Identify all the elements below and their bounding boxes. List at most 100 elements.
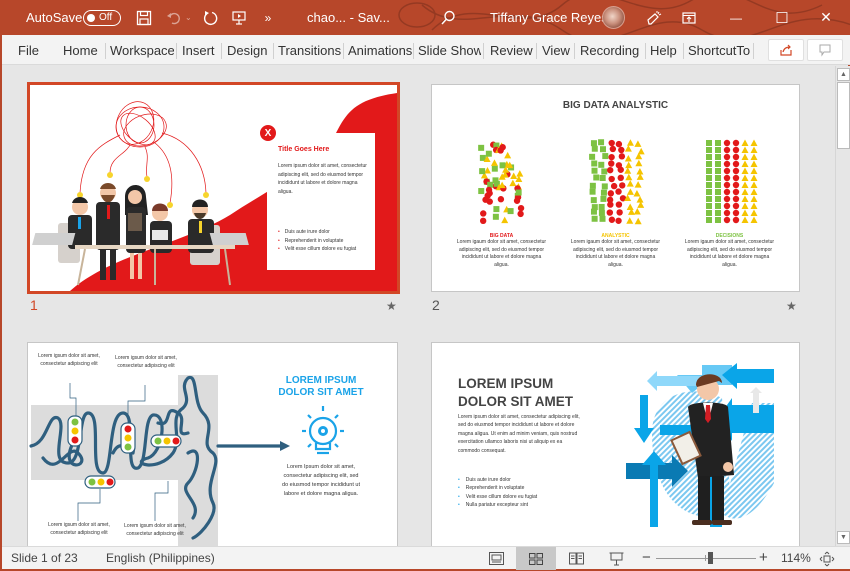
decisions-shape — [732, 146, 740, 154]
slide-3-callout-2: Lorem igsum dolor sit amet, consectetur … — [115, 355, 177, 369]
undo-icon[interactable] — [162, 0, 186, 35]
analystic-shape — [601, 168, 608, 175]
close-icon[interactable]: ✕ — [814, 0, 838, 35]
analystic-shape — [610, 182, 618, 190]
normal-view-button[interactable] — [476, 547, 516, 570]
analystic-shape — [615, 201, 623, 208]
slide-thumbnail-2[interactable]: BIG DATA ANALYSTIC BIG DATA Lorem igaum … — [431, 84, 800, 292]
decisions-shape — [741, 160, 749, 167]
decisions-shape — [732, 167, 740, 175]
zoom-in-button[interactable]: + — [759, 549, 768, 566]
zoom-out-button[interactable]: − — [642, 549, 651, 566]
designer-pen-icon[interactable] — [642, 0, 666, 35]
more-commands-icon[interactable]: » — [256, 0, 280, 35]
decisions-shape — [706, 154, 712, 160]
big-data-shape — [479, 217, 487, 225]
slide-2-column-big-data: BIG DATA Lorem igaum dolor sit amet, con… — [454, 233, 549, 269]
analystic-shape — [590, 208, 597, 215]
tab-help[interactable]: Help — [650, 35, 677, 65]
decisions-shape — [723, 153, 731, 161]
undo-dropdown-icon[interactable]: ⌄ — [185, 0, 192, 35]
save-icon[interactable] — [132, 0, 156, 35]
user-avatar[interactable] — [602, 6, 625, 29]
tab-view[interactable]: View — [542, 35, 570, 65]
analystic-shape — [593, 174, 600, 181]
decisions-shape — [732, 181, 740, 189]
decisions-shape — [706, 140, 712, 146]
analystic-shape — [589, 188, 596, 195]
fit-to-window-button[interactable] — [817, 547, 837, 570]
present-from-start-icon[interactable] — [227, 0, 251, 35]
decisions-shape — [750, 174, 758, 181]
decisions-shape — [732, 153, 740, 161]
tab-shortcutto[interactable]: ShortcutTo — [688, 35, 750, 65]
analystic-shape — [626, 203, 634, 210]
tab-workspace[interactable]: Workspace — [110, 35, 174, 65]
scroll-down-arrow-icon[interactable]: ▼ — [837, 531, 850, 544]
slide-3-tangled-path-illustration — [29, 375, 344, 546]
big-data-shape — [493, 206, 500, 213]
tab-recording[interactable]: Recording — [580, 35, 639, 65]
tab-separator — [221, 43, 222, 59]
analystic-shape — [626, 139, 634, 146]
slide-sorter-view-button[interactable] — [516, 547, 556, 570]
maximize-icon[interactable]: ☐ — [770, 0, 794, 35]
decisions-shape — [723, 202, 731, 210]
toggle-knob — [87, 13, 95, 22]
decisions-shape — [723, 167, 731, 175]
slide-3-callout-3: Lorem igsum dolor sit amet, consectetur … — [48, 522, 110, 536]
analystic-shape — [598, 161, 605, 168]
animation-star-icon[interactable]: ★ — [786, 299, 797, 313]
comments-button[interactable] — [807, 39, 843, 61]
tab-separator — [536, 43, 537, 59]
slide-thumbnail-4[interactable]: LOREM IPSUM DOLOR SIT AMET Lorem ipsum d… — [431, 342, 800, 546]
tab-design[interactable]: Design — [227, 35, 267, 65]
tab-separator — [413, 43, 414, 59]
analystic-shape — [601, 183, 608, 190]
slide-thumbnail-3[interactable]: Lorem igsum dolor sit amet, consectetur … — [27, 342, 398, 546]
decisions-shape — [732, 202, 740, 210]
zoom-level[interactable]: 114% — [781, 551, 811, 565]
zoom-slider-center-tick — [705, 555, 706, 561]
zoom-slider-thumb[interactable] — [708, 552, 713, 564]
share-button[interactable] — [768, 39, 804, 61]
big-data-shape — [513, 197, 521, 204]
vertical-scrollbar[interactable]: ▲ ▼ — [835, 66, 850, 546]
tab-insert[interactable]: Insert — [182, 35, 215, 65]
document-title[interactable]: chao... - Sav... — [307, 0, 390, 35]
tab-slide-show[interactable]: Slide Show — [418, 35, 481, 65]
animation-star-icon[interactable]: ★ — [386, 299, 397, 313]
scroll-up-arrow-icon[interactable]: ▲ — [837, 68, 850, 81]
decisions-shape — [750, 188, 758, 195]
analystic-shape — [618, 153, 626, 160]
slide-1-x-badge: X — [260, 125, 276, 141]
bullet: Velit esse cillum dolore eu fugiat — [278, 245, 370, 254]
analystic-shape — [589, 182, 596, 189]
reading-view-button[interactable] — [556, 547, 596, 570]
big-data-shape — [480, 210, 487, 217]
zoom-slider-track[interactable] — [656, 558, 756, 559]
slide-thumbnail-1[interactable]: X Title Goes Here Lorem ipsum dolor sit … — [27, 82, 400, 294]
user-name[interactable]: Tiffany Grace Reyes — [490, 0, 608, 35]
redo-icon[interactable] — [198, 0, 222, 35]
minimize-icon[interactable]: — — [724, 0, 748, 35]
ribbon-display-options-icon[interactable] — [677, 0, 701, 35]
analystic-shape — [598, 139, 605, 146]
tab-separator — [753, 43, 754, 59]
tab-home[interactable]: Home — [63, 35, 98, 65]
decisions-shape — [750, 146, 758, 153]
decisions-shape — [741, 139, 749, 146]
slide-show-view-button[interactable] — [596, 547, 636, 570]
decisions-shape — [732, 209, 740, 217]
tab-transitions[interactable]: Transitions — [278, 35, 341, 65]
tab-file[interactable]: File — [18, 35, 39, 65]
search-icon[interactable] — [436, 0, 460, 35]
tab-review[interactable]: Review — [490, 35, 533, 65]
decisions-shape — [750, 216, 758, 223]
title-bar: AutoSave Off ⌄ » chao... - Sav... Tiffan… — [2, 0, 850, 35]
language-indicator[interactable]: English (Philippines) — [106, 551, 215, 565]
scrollbar-thumb[interactable] — [837, 82, 850, 149]
autosave-toggle[interactable]: Off — [83, 0, 121, 35]
tab-animations[interactable]: Animations — [348, 35, 412, 65]
analystic-shape — [598, 203, 605, 210]
